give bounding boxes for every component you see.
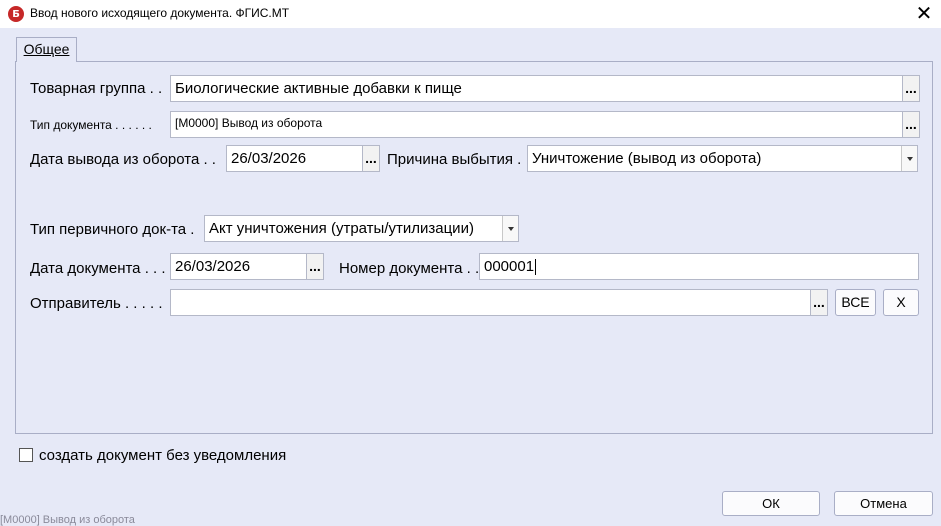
sender-field[interactable] — [170, 289, 811, 316]
doc-number-field[interactable]: 000001 — [479, 253, 919, 280]
doc-type-browse-button[interactable]: ... — [902, 111, 920, 138]
no-notification-label: создать документ без уведомления — [39, 447, 287, 464]
text-caret — [535, 259, 537, 276]
withdraw-date-field[interactable]: 26/03/2026 — [226, 145, 363, 172]
withdraw-date-label: Дата вывода из оборота . . — [30, 151, 216, 168]
reason-select[interactable]: Уничтожение (вывод из оборота) — [527, 145, 918, 172]
product-group-browse-button[interactable]: ... — [902, 75, 920, 102]
no-notification-checkbox[interactable] — [19, 448, 33, 462]
primary-doc-type-value: Акт уничтожения (утраты/утилизации) — [209, 220, 474, 237]
doc-number-value: 000001 — [484, 258, 535, 275]
window-title: Ввод нового исходящего документа. ФГИС.М… — [30, 6, 290, 20]
product-group-label: Товарная группа . . — [30, 80, 163, 97]
sender-label: Отправитель . . . . . — [30, 295, 163, 312]
title-bar: Б Ввод нового исходящего документа. ФГИС… — [0, 0, 941, 28]
app-icon: Б — [8, 6, 24, 22]
sender-browse-button[interactable]: ... — [810, 289, 828, 316]
doc-number-label: Номер документа . . — [339, 260, 480, 277]
clear-button[interactable]: X — [883, 289, 919, 316]
doc-date-field[interactable]: 26/03/2026 — [170, 253, 307, 280]
ok-button[interactable]: ОК — [722, 491, 820, 516]
doc-date-picker-button[interactable]: ... — [306, 253, 324, 280]
doc-type-field[interactable]: [М0000] Вывод из оборота — [170, 111, 903, 138]
primary-doc-type-label: Тип первичного док-та . — [30, 221, 195, 238]
tab-general[interactable]: Общее — [16, 37, 77, 62]
primary-doc-type-select[interactable]: Акт уничтожения (утраты/утилизации) — [204, 215, 519, 242]
doc-date-label: Дата документа . . . — [30, 260, 166, 277]
cancel-button[interactable]: Отмена — [834, 491, 933, 516]
chevron-down-icon[interactable] — [901, 146, 917, 171]
withdraw-date-picker-button[interactable]: ... — [362, 145, 380, 172]
status-text: [М0000] Вывод из оборота — [0, 514, 135, 526]
chevron-down-icon[interactable] — [502, 216, 518, 241]
product-group-field[interactable]: Биологические активные добавки к пище — [170, 75, 903, 102]
reason-label: Причина выбытия . — [387, 151, 522, 168]
all-button[interactable]: ВСЕ — [835, 289, 876, 316]
reason-value: Уничтожение (вывод из оборота) — [532, 150, 762, 167]
doc-type-label: Тип документа . . . . . . — [30, 118, 152, 132]
close-icon[interactable]: ✕ — [912, 2, 936, 24]
